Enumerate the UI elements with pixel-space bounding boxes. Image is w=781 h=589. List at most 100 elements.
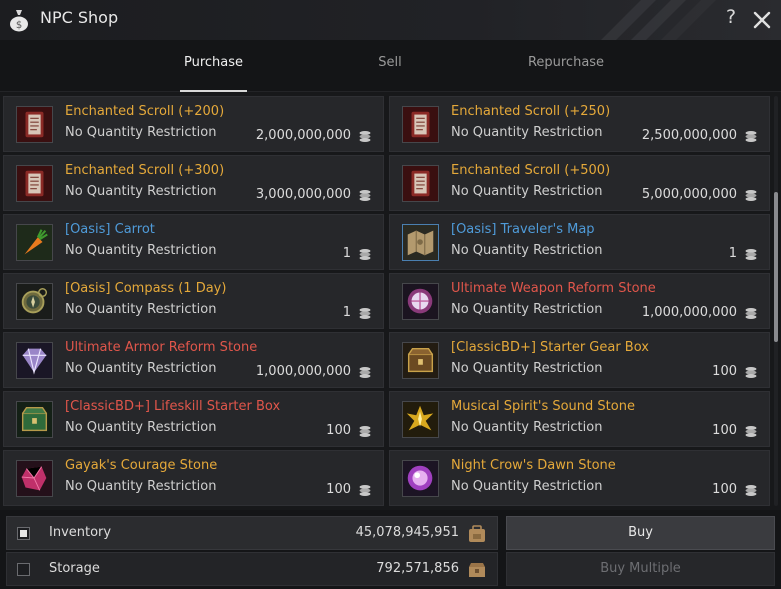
item-restriction: No Quantity Restriction (451, 361, 603, 376)
item-name: [Oasis] Compass (1 Day) (65, 281, 227, 296)
storage-wallet-option[interactable]: Storage 792,571,856 (6, 552, 498, 586)
title-bar-decoration (601, 0, 716, 40)
payment-panel: Inventory 45,078,945,951 Storage 792,571… (0, 510, 781, 589)
scroll-icon (402, 106, 439, 143)
shop-item[interactable]: Enchanted Scroll (+500) No Quantity Rest… (389, 155, 770, 211)
silver-coin-icon (745, 426, 757, 437)
silver-coin-icon (745, 308, 757, 319)
silver-coin-icon (359, 367, 371, 378)
item-restriction: No Quantity Restriction (451, 125, 603, 140)
shop-item[interactable]: Enchanted Scroll (+200) No Quantity Rest… (3, 96, 384, 152)
shop-item[interactable]: Enchanted Scroll (+300) No Quantity Rest… (3, 155, 384, 211)
item-price: 5,000,000,000 (641, 187, 737, 202)
carrot-icon (16, 224, 53, 261)
item-price: 2,500,000,000 (641, 128, 737, 143)
silver-coin-icon (359, 485, 371, 496)
armor-stone-icon (16, 342, 53, 379)
item-name: [ClassicBD+] Lifeskill Starter Box (65, 399, 281, 414)
gear-box-icon (402, 342, 439, 379)
item-restriction: No Quantity Restriction (65, 302, 217, 317)
storage-chest-icon (469, 563, 485, 577)
scroll-icon (16, 165, 53, 202)
shop-item[interactable]: [ClassicBD+] Starter Gear Box No Quantit… (389, 332, 770, 388)
shop-item[interactable]: Gayak's Courage Stone No Quantity Restri… (3, 450, 384, 506)
silver-coin-icon (359, 190, 371, 201)
silver-coin-icon (745, 131, 757, 142)
storage-checkbox[interactable] (17, 563, 30, 576)
sound-stone-icon (402, 401, 439, 438)
item-name: Enchanted Scroll (+200) (65, 104, 225, 119)
buy-multiple-button[interactable]: Buy Multiple (506, 552, 775, 586)
item-price: 100 (326, 423, 351, 438)
inventory-checkbox[interactable] (17, 527, 30, 540)
item-name: Enchanted Scroll (+250) (451, 104, 611, 119)
shop-item[interactable]: [ClassicBD+] Lifeskill Starter Box No Qu… (3, 391, 384, 447)
item-restriction: No Quantity Restriction (65, 243, 217, 258)
courage-stone-icon (16, 460, 53, 497)
shop-item[interactable]: [Oasis] Compass (1 Day) No Quantity Rest… (3, 273, 384, 329)
backpack-icon (469, 525, 485, 542)
window-title: NPC Shop (40, 8, 119, 27)
item-restriction: No Quantity Restriction (451, 184, 603, 199)
item-restriction: No Quantity Restriction (65, 125, 217, 140)
item-price: 1,000,000,000 (255, 364, 351, 379)
wallet-label: Storage (49, 561, 100, 576)
npc-shop-window: $ NPC Shop ? Purchase Sell Repurchase En… (0, 0, 781, 589)
shop-tabs: Purchase Sell Repurchase (0, 40, 781, 92)
item-price: 2,000,000,000 (255, 128, 351, 143)
tab-purchase[interactable]: Purchase (180, 55, 247, 70)
shop-item[interactable]: Enchanted Scroll (+250) No Quantity Rest… (389, 96, 770, 152)
item-list: Enchanted Scroll (+200) No Quantity Rest… (0, 94, 772, 506)
item-list-scrollbar[interactable] (774, 96, 778, 506)
silver-coin-icon (359, 308, 371, 319)
item-price: 1,000,000,000 (641, 305, 737, 320)
item-name: [ClassicBD+] Starter Gear Box (451, 340, 649, 355)
lifeskill-box-icon (16, 401, 53, 438)
item-restriction: No Quantity Restriction (65, 361, 217, 376)
weapon-stone-icon (402, 283, 439, 320)
inventory-wallet-option[interactable]: Inventory 45,078,945,951 (6, 516, 498, 550)
item-name: [Oasis] Traveler's Map (451, 222, 595, 237)
active-tab-indicator (180, 90, 247, 92)
wallet-label: Inventory (49, 525, 112, 540)
shop-item[interactable]: [Oasis] Traveler's Map No Quantity Restr… (389, 214, 770, 270)
item-price: 3,000,000,000 (255, 187, 351, 202)
shop-item[interactable]: Ultimate Weapon Reform Stone No Quantity… (389, 273, 770, 329)
compass-icon (16, 283, 53, 320)
close-icon[interactable] (750, 8, 774, 32)
scrollbar-thumb[interactable] (774, 192, 778, 342)
item-restriction: No Quantity Restriction (451, 479, 603, 494)
silver-coin-icon (745, 485, 757, 496)
silver-coin-icon (359, 426, 371, 437)
title-bar[interactable]: $ NPC Shop ? (0, 0, 781, 40)
item-price: 1 (728, 246, 737, 261)
item-price: 100 (712, 364, 737, 379)
item-name: Ultimate Weapon Reform Stone (451, 281, 656, 296)
item-price: 100 (326, 482, 351, 497)
tab-sell[interactable]: Sell (365, 55, 415, 70)
money-bag-icon: $ (10, 10, 28, 32)
wallet-amount: 45,078,945,951 (355, 525, 459, 540)
shop-item[interactable]: Night Crow's Dawn Stone No Quantity Rest… (389, 450, 770, 506)
shop-item[interactable]: [Oasis] Carrot No Quantity Restriction 1 (3, 214, 384, 270)
item-name: Gayak's Courage Stone (65, 458, 218, 473)
tab-repurchase[interactable]: Repurchase (521, 55, 611, 70)
scroll-icon (16, 106, 53, 143)
silver-coin-icon (745, 249, 757, 260)
item-price: 100 (712, 423, 737, 438)
item-name: [Oasis] Carrot (65, 222, 155, 237)
buy-button[interactable]: Buy (506, 516, 775, 550)
item-price: 1 (342, 246, 351, 261)
help-button[interactable]: ? (722, 6, 740, 32)
item-restriction: No Quantity Restriction (451, 302, 603, 317)
item-restriction: No Quantity Restriction (65, 479, 217, 494)
wallet-amount: 792,571,856 (376, 561, 459, 576)
silver-coin-icon (745, 190, 757, 201)
shop-item[interactable]: Musical Spirit's Sound Stone No Quantity… (389, 391, 770, 447)
item-name: Ultimate Armor Reform Stone (65, 340, 258, 355)
shop-item[interactable]: Ultimate Armor Reform Stone No Quantity … (3, 332, 384, 388)
silver-coin-icon (745, 367, 757, 378)
item-name: Enchanted Scroll (+500) (451, 163, 611, 178)
item-restriction: No Quantity Restriction (451, 420, 603, 435)
item-restriction: No Quantity Restriction (65, 420, 217, 435)
